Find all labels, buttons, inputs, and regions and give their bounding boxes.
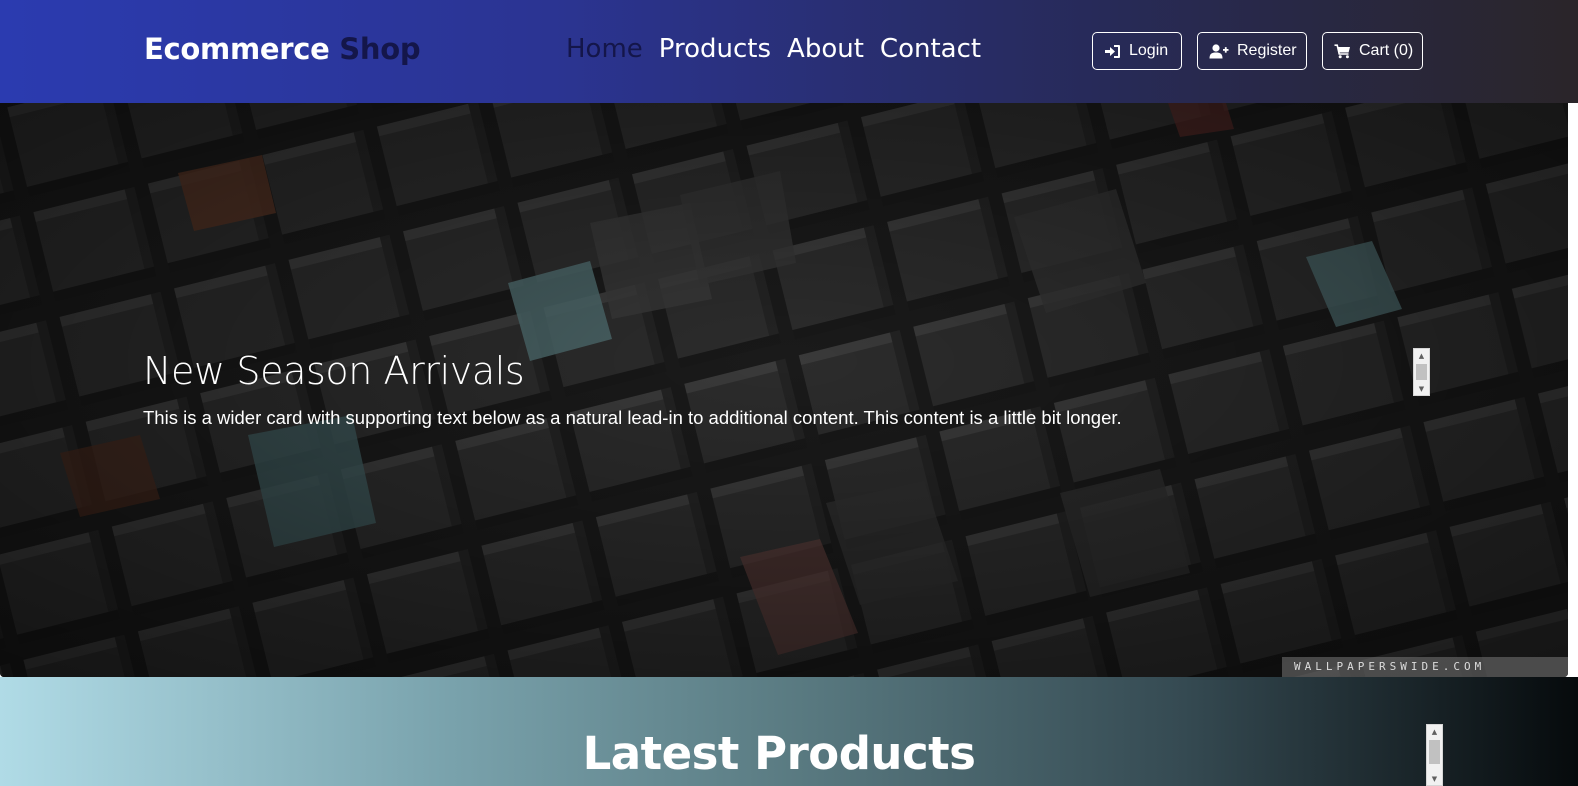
login-button[interactable]: Login: [1092, 32, 1182, 70]
navbar: Ecommerce Shop Home Products About Conta…: [0, 0, 1578, 103]
products-scrollbar[interactable]: ▲ ▼: [1426, 724, 1443, 786]
brand-logo[interactable]: Ecommerce Shop: [144, 32, 421, 66]
section-title: Latest Products: [582, 727, 976, 780]
cart-button[interactable]: Cart (0): [1322, 32, 1423, 70]
watermark: WALLPAPERSWIDE.COM: [1282, 657, 1568, 677]
nav-link-about[interactable]: About: [787, 34, 864, 64]
shopping-cart-icon: [1334, 43, 1351, 59]
nav-link-products[interactable]: Products: [659, 34, 771, 64]
cart-label: Cart (0): [1359, 42, 1414, 59]
nav-link-contact[interactable]: Contact: [880, 34, 981, 64]
scroll-down-arrow-icon[interactable]: ▼: [1414, 382, 1429, 395]
scroll-thumb[interactable]: [1416, 364, 1427, 380]
login-label: Login: [1129, 42, 1169, 59]
register-button[interactable]: Register: [1197, 32, 1307, 70]
hero-scrollbar[interactable]: ▲ ▼: [1413, 348, 1430, 396]
scroll-thumb[interactable]: [1429, 740, 1440, 764]
scroll-up-arrow-icon[interactable]: ▲: [1427, 725, 1442, 738]
hero-banner: New Season Arrivals This is a wider card…: [0, 103, 1568, 677]
brand-main: Ecommerce: [144, 32, 330, 66]
scroll-up-arrow-icon[interactable]: ▲: [1414, 349, 1429, 362]
brand-accent: Shop: [339, 32, 421, 66]
nav-link-home[interactable]: Home: [566, 34, 643, 64]
scroll-down-arrow-icon[interactable]: ▼: [1427, 772, 1442, 785]
hero-text: This is a wider card with supporting tex…: [143, 407, 1122, 428]
register-label: Register: [1237, 42, 1297, 59]
user-plus-icon: [1209, 43, 1229, 59]
hero-title: New Season Arrivals: [143, 349, 525, 393]
nav-links: Home Products About Contact: [566, 34, 981, 64]
sign-in-icon: [1104, 44, 1121, 59]
latest-products-section: Latest Products: [0, 677, 1578, 786]
